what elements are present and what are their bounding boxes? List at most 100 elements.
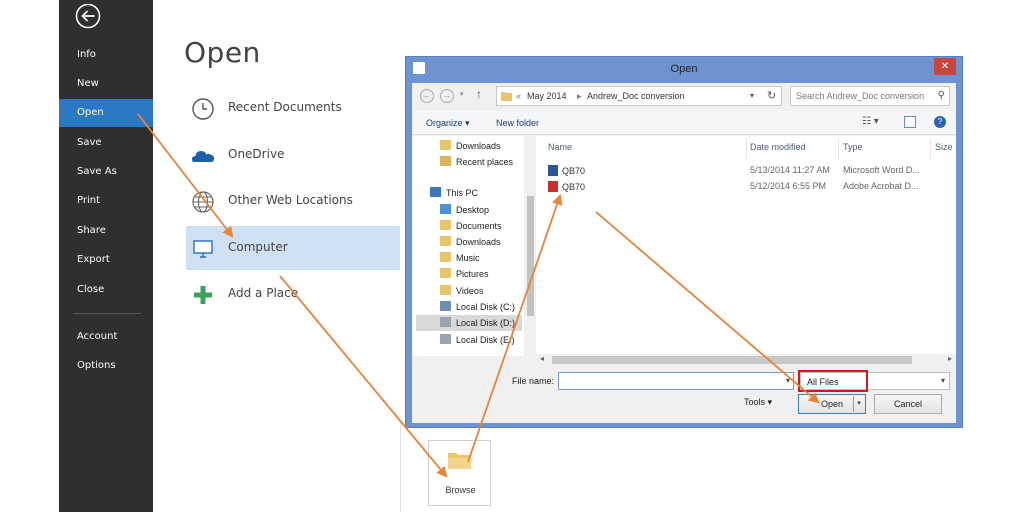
- pdf-file-icon: [548, 181, 558, 192]
- scroll-right-icon[interactable]: ▸: [948, 354, 952, 363]
- horizontal-scrollbar[interactable]: ◂ ▸: [536, 354, 956, 366]
- place-label: Computer: [228, 240, 288, 254]
- file-name-input[interactable]: ▾: [558, 372, 794, 390]
- forward-nav-button[interactable]: →: [440, 89, 454, 103]
- sidebar-item-save[interactable]: Save: [59, 129, 153, 157]
- nav-item-downloads[interactable]: Downloads: [440, 138, 501, 154]
- organize-button[interactable]: Organize ▾: [426, 118, 470, 129]
- open-options-dropdown-icon[interactable]: ▾: [853, 396, 864, 412]
- tools-menu-button[interactable]: Tools ▾: [744, 397, 772, 408]
- new-folder-button[interactable]: New folder: [496, 118, 539, 128]
- nav-item-this-pc[interactable]: This PC: [430, 185, 478, 201]
- nav-item-recent-places[interactable]: Recent places: [440, 154, 513, 170]
- address-bar[interactable]: « May 2014 ▸ Andrew_Doc conversion ▾ ↻: [496, 86, 782, 106]
- browse-button[interactable]: Browse: [428, 440, 491, 506]
- sidebar-item-account[interactable]: Account: [59, 323, 153, 351]
- sidebar-item-open[interactable]: Open: [59, 99, 153, 127]
- folder-icon: [440, 252, 451, 262]
- dialog-toolbar: Organize ▾ New folder ☷ ▾ ?: [412, 111, 956, 135]
- dialog-titlebar[interactable]: Open ✕: [406, 57, 962, 81]
- breadcrumb-item[interactable]: May 2014: [527, 91, 567, 101]
- breadcrumb-separator-icon: ▸: [577, 91, 582, 101]
- scroll-left-icon[interactable]: ◂: [540, 354, 544, 363]
- navigation-pane: Downloads Recent places This PC Desktop …: [412, 136, 536, 356]
- nav-item-local-disk-c[interactable]: Local Disk (C:): [440, 299, 515, 315]
- file-name-dropdown-icon[interactable]: ▾: [786, 376, 790, 385]
- nav-scrollbar-thumb[interactable]: [527, 196, 534, 316]
- file-row[interactable]: QB70 5/12/2014 6:55 PM Adobe Acrobat D..…: [536, 178, 956, 194]
- file-name: QB70: [562, 166, 586, 176]
- folder-icon: [440, 140, 451, 150]
- place-recent-documents[interactable]: Recent Documents: [186, 86, 400, 130]
- drive-icon: [440, 301, 451, 311]
- file-date: 5/12/2014 6:55 PM: [750, 181, 827, 191]
- place-computer[interactable]: Computer: [186, 226, 400, 270]
- column-header-type[interactable]: Type: [843, 142, 863, 152]
- sidebar-item-print[interactable]: Print: [59, 187, 153, 215]
- globe-icon: [192, 191, 214, 213]
- open-file-dialog: Open ✕ ← → ▾ ↑ « May 2014 ▸ Andrew_Doc c…: [405, 56, 963, 428]
- nav-item-documents[interactable]: Documents: [440, 218, 502, 234]
- sidebar-item-new[interactable]: New: [59, 70, 153, 98]
- dialog-body: ← → ▾ ↑ « May 2014 ▸ Andrew_Doc conversi…: [412, 83, 956, 423]
- sidebar-item-save-as[interactable]: Save As: [59, 158, 153, 186]
- sidebar-item-options[interactable]: Options: [59, 352, 153, 380]
- page-title: Open: [184, 36, 261, 69]
- backstage-sidebar: Info New Open Save Save As Print Share E…: [59, 0, 153, 512]
- column-separator: [746, 138, 747, 160]
- place-label: OneDrive: [228, 147, 285, 161]
- column-header-date-modified[interactable]: Date modified: [750, 142, 806, 152]
- sidebar-item-close[interactable]: Close: [59, 276, 153, 304]
- view-options-icon[interactable]: ☷ ▾: [862, 116, 879, 127]
- place-onedrive[interactable]: OneDrive: [186, 133, 400, 177]
- nav-item-music[interactable]: Music: [440, 250, 480, 266]
- nav-item-local-disk-e[interactable]: Local Disk (E:): [440, 332, 515, 348]
- breadcrumb-overflow[interactable]: «: [516, 91, 521, 101]
- filter-highlight-box: [798, 370, 868, 392]
- sidebar-item-info[interactable]: Info: [59, 41, 153, 69]
- drive-icon: [440, 334, 451, 344]
- refresh-icon[interactable]: ↻: [767, 89, 776, 102]
- search-input[interactable]: Search Andrew_Doc conversion ⚲: [790, 86, 950, 106]
- column-header-name[interactable]: Name: [548, 142, 572, 152]
- file-date: 5/13/2014 11:27 AM: [750, 165, 830, 175]
- cancel-button[interactable]: Cancel: [874, 394, 942, 414]
- folder-icon: [440, 268, 451, 278]
- file-row[interactable]: QB70 5/13/2014 11:27 AM Microsoft Word D…: [536, 162, 956, 178]
- sidebar-divider: [73, 313, 141, 314]
- dialog-close-button[interactable]: ✕: [934, 58, 956, 75]
- back-arrow-icon[interactable]: [75, 3, 101, 29]
- nav-item-local-disk-d[interactable]: Local Disk (D:): [416, 315, 522, 331]
- word-file-icon: [548, 165, 558, 176]
- nav-item-desktop[interactable]: Desktop: [440, 202, 489, 218]
- breadcrumb-item[interactable]: Andrew_Doc conversion: [587, 91, 685, 101]
- cloud-icon: [192, 151, 215, 162]
- chevron-down-icon: ▾: [940, 376, 945, 385]
- folder-icon: [448, 453, 472, 469]
- drive-icon: [440, 317, 451, 327]
- column-separator: [838, 138, 839, 160]
- file-type: Adobe Acrobat D...: [843, 181, 919, 191]
- recent-locations-chevron-icon[interactable]: ▾: [460, 90, 464, 98]
- nav-item-pictures[interactable]: Pictures: [440, 266, 489, 282]
- horizontal-scrollbar-thumb[interactable]: [552, 356, 912, 364]
- column-header-size[interactable]: Size: [935, 142, 953, 152]
- dialog-title: Open: [670, 63, 698, 75]
- help-icon[interactable]: ?: [934, 116, 946, 128]
- computer-icon: [193, 240, 213, 258]
- file-type: Microsoft Word D...: [843, 165, 920, 175]
- place-other-web-locations[interactable]: Other Web Locations: [186, 179, 400, 223]
- open-button-label: Open: [820, 399, 844, 409]
- back-nav-button[interactable]: ←: [420, 89, 434, 103]
- sidebar-item-share[interactable]: Share: [59, 217, 153, 245]
- place-label: Add a Place: [228, 286, 299, 300]
- place-add-a-place[interactable]: Add a Place: [186, 272, 400, 316]
- nav-item-downloads-pc[interactable]: Downloads: [440, 234, 501, 250]
- file-name: QB70: [562, 182, 586, 192]
- nav-item-videos[interactable]: Videos: [440, 283, 483, 299]
- address-dropdown-icon[interactable]: ▾: [750, 91, 754, 100]
- browse-label: Browse: [445, 485, 476, 495]
- sidebar-item-export[interactable]: Export: [59, 246, 153, 274]
- up-folder-icon[interactable]: ↑: [476, 87, 482, 101]
- preview-pane-icon[interactable]: [904, 116, 916, 128]
